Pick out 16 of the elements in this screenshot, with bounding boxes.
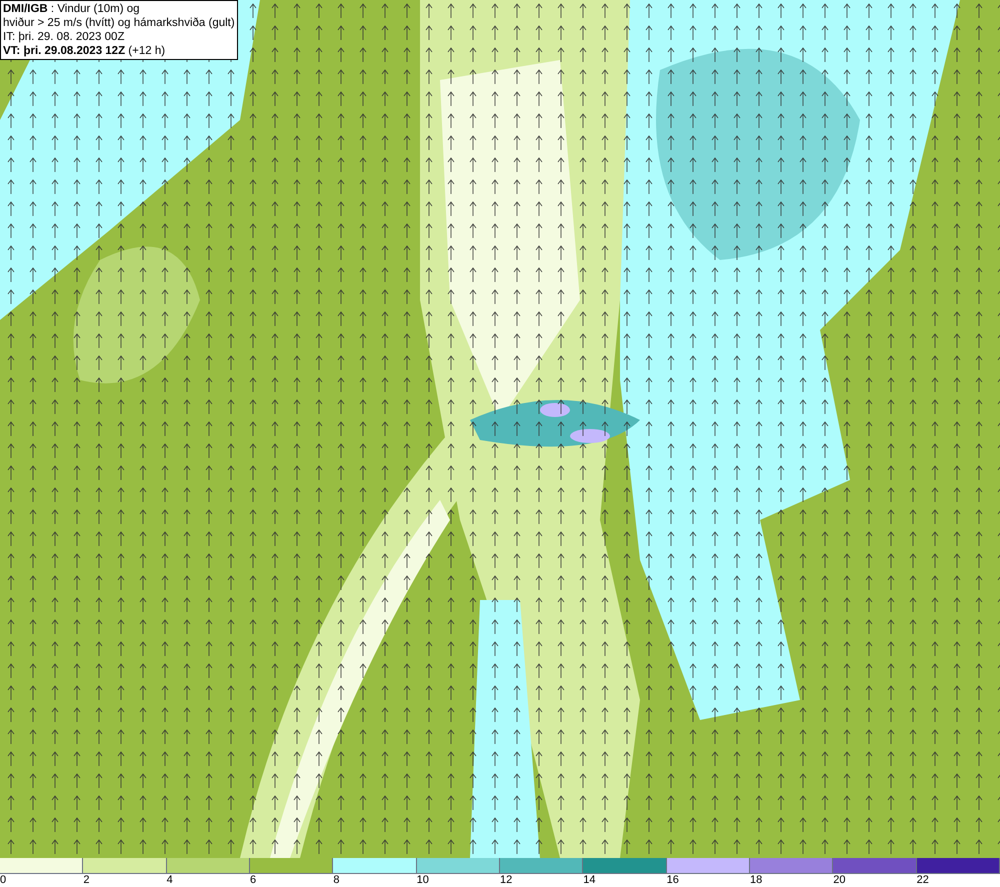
title-line: VT: þri. 29.08.2023 12Z (+12 h) bbox=[3, 44, 166, 58]
title-line: IT: þri. 29. 08. 2023 00Z bbox=[3, 30, 126, 44]
legend-label: 6 bbox=[250, 874, 256, 886]
title-line: hviður > 25 m/s (hvítt) og hámarkshviða (gult) bbox=[3, 16, 235, 30]
legend-label: 0 bbox=[0, 874, 6, 886]
legend-label: 8 bbox=[333, 874, 340, 886]
legend-label: 14 bbox=[583, 874, 596, 886]
legend-label: 20 bbox=[833, 874, 846, 886]
legend-label: 18 bbox=[750, 874, 762, 886]
legend-label: 4 bbox=[166, 874, 173, 886]
legend-label: 16 bbox=[666, 874, 679, 886]
legend-label: 12 bbox=[500, 874, 512, 886]
legend-label: 2 bbox=[83, 874, 90, 886]
title-line: DMI/IGB : Vindur (10m) og bbox=[3, 2, 141, 16]
legend-label: 22 bbox=[916, 874, 929, 886]
legend-label: 10 bbox=[416, 874, 429, 886]
